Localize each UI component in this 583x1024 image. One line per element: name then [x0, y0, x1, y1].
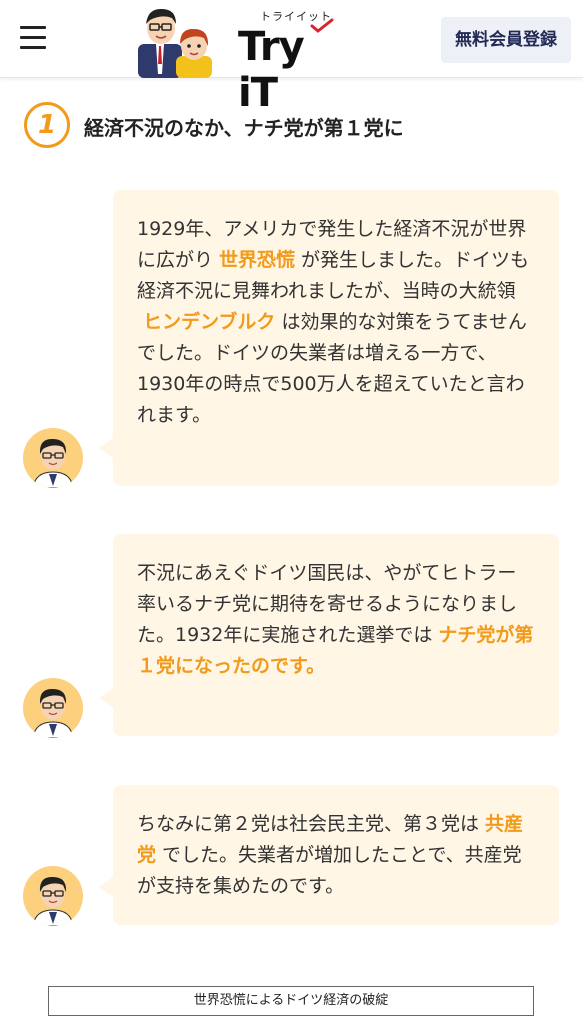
section-heading: 1 経済不況のなか、ナチ党が第１党に	[24, 102, 564, 150]
figure-caption: 世界恐慌によるドイツ経済の破綻	[48, 986, 534, 1016]
bubble-text: でした。失業者が増加したことで、共産党が支持を集めたのです。	[137, 844, 522, 897]
highlight-term: ヒンデンブルク	[143, 311, 276, 333]
site-logo[interactable]: トライイット Try iT	[134, 4, 344, 116]
teacher-avatar-icon	[23, 678, 83, 738]
explanation-bubble-2: 不況にあえぐドイツ国民は、やがてヒトラー率いるナチ党に期待を寄せるようになりまし…	[99, 534, 559, 736]
hamburger-menu-icon[interactable]	[20, 26, 50, 52]
bubble-text: ちなみに第２党は社会民主党、第３党は	[137, 813, 480, 835]
explanation-bubble-3: ちなみに第２党は社会民主党、第３党は 共産党 でした。失業者が増加したことで、共産党…	[99, 785, 559, 925]
free-signup-button[interactable]: 無料会員登録	[441, 17, 571, 63]
highlight-term: 世界恐慌	[219, 249, 296, 271]
teacher-avatar-icon	[23, 866, 83, 926]
teacher-avatar-icon	[23, 428, 83, 488]
section-number-badge: 1	[24, 102, 70, 148]
section-title: 経済不況のなか、ナチ党が第１党に	[84, 116, 404, 140]
site-header: トライイット Try iT 無料会員登録	[0, 0, 583, 116]
explanation-bubble-1: 1929年、アメリカで発生した経済不況が世界に広がり 世界恐慌 が発生しました。ドイ…	[99, 190, 559, 486]
mascot-illustration-icon	[138, 8, 212, 78]
